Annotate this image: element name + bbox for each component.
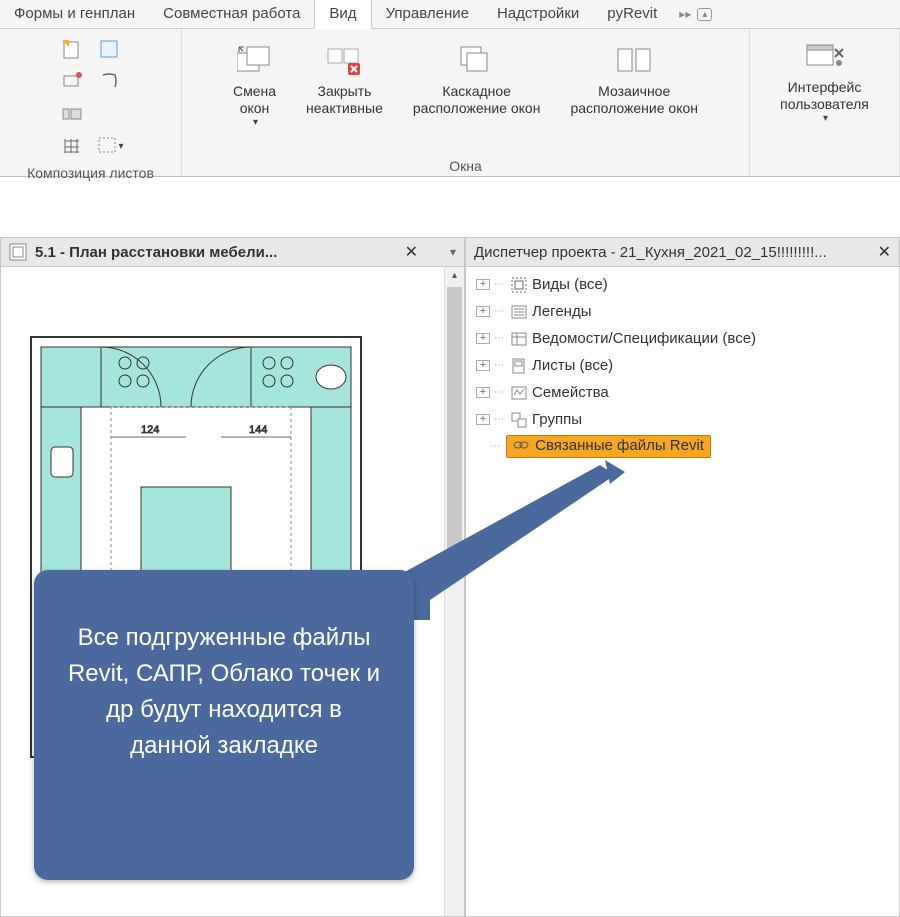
browser-title: Диспетчер проекта - 21_Кухня_2021_02_15!… [474,244,827,261]
tab-pyrevit[interactable]: pyRevit [593,0,671,28]
group-title-composition: Композиция листов [27,165,154,181]
viewport-icon[interactable]: ▾ [96,133,124,159]
tree-legends[interactable]: +⋯Легенды [472,298,893,325]
ribbon-overflow[interactable]: ▸▸ ▴ [671,0,720,28]
new-sheet-icon[interactable] [58,37,86,63]
browser-header[interactable]: Диспетчер проекта - 21_Кухня_2021_02_15!… [465,237,900,267]
tree-views[interactable]: +⋯Виды (все) [472,271,893,298]
help-callout: Все подгруженные файлы Revit, САПР, Обла… [34,570,414,880]
tree-groups[interactable]: +⋯Группы [472,406,893,433]
svg-text:124: 124 [141,424,159,436]
tree-sheets[interactable]: +⋯Листы (все) [472,352,893,379]
view-ref-icon[interactable] [58,101,86,127]
project-tree[interactable]: +⋯Виды (все) +⋯Легенды +⋯Ведомости/Специ… [466,267,899,464]
plan-view-icon [9,243,27,261]
sheet-icon[interactable] [96,37,124,63]
group-windows: Смена окон▾ Закрыть неактивные Каскадное… [182,29,750,176]
close-inactive-button[interactable]: Закрыть неактивные [300,37,389,121]
tab-addins[interactable]: Надстройки [483,0,593,28]
panel-menu-icon[interactable]: ▾ [450,245,456,259]
view-tab-header[interactable]: 5.1 - План расстановки мебели... ✕ ▾ [0,237,465,267]
tree-schedules[interactable]: +⋯Ведомости/Спецификации (все) [472,325,893,352]
ui-button[interactable]: Интерфейс пользователя▾ [774,33,875,129]
tab-forms[interactable]: Формы и генплан [0,0,149,28]
tab-view[interactable]: Вид [314,0,371,29]
tree-families[interactable]: +⋯Семейства [472,379,893,406]
ribbon-content: ▾ Композиция листов Смена окон▾ Закрыть … [0,29,900,177]
guide-grid-icon[interactable] [58,69,86,95]
view-close-icon[interactable]: ✕ [405,242,418,262]
switch-windows-button[interactable]: Смена окон▾ [227,37,282,133]
matchline-icon[interactable] [96,69,124,95]
ribbon-tabs: Формы и генплан Совместная работа Вид Уп… [0,0,900,29]
tab-manage[interactable]: Управление [372,0,483,28]
group-title-windows: Окна [449,158,482,174]
grid-icon[interactable] [58,133,86,159]
group-composition: ▾ Композиция листов [0,29,182,176]
browser-close-icon[interactable]: ✕ [878,242,891,262]
tile-button[interactable]: Мозаичное расположение окон [564,37,704,121]
tab-collab[interactable]: Совместная работа [149,0,314,28]
svg-text:144: 144 [249,424,267,436]
view-tab-title: 5.1 - План расстановки мебели... [35,244,277,261]
cascade-button[interactable]: Каскадное расположение окон [407,37,547,121]
group-ui: Интерфейс пользователя▾ [750,29,900,176]
